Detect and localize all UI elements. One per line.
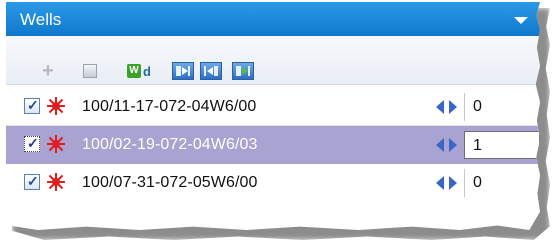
wd-d-glyph: d bbox=[143, 63, 151, 79]
arrow-left-icon[interactable] bbox=[200, 62, 222, 80]
wd-w-glyph: W bbox=[127, 64, 142, 78]
well-uwi: 100/11-17-072-04W6/00 bbox=[82, 98, 257, 115]
value-field[interactable]: 1 bbox=[464, 131, 540, 159]
square-icon[interactable] bbox=[82, 62, 98, 80]
well-row-selected[interactable]: ✓ 100/02-19-072-04W6/03 1 bbox=[6, 126, 540, 164]
well-symbol-icon bbox=[47, 135, 65, 153]
well-row[interactable]: ✓ 100/07-31-072-05W6/00 0 bbox=[6, 164, 540, 202]
well-checkbox[interactable]: ✓ bbox=[24, 97, 40, 114]
arrow-right-icon[interactable] bbox=[172, 62, 194, 80]
panel-titlebar: Wells bbox=[6, 2, 540, 36]
well-checkbox[interactable]: ✓ bbox=[24, 173, 40, 190]
well-checkbox[interactable]: ✓ bbox=[24, 135, 40, 152]
value-field[interactable]: 0 bbox=[464, 93, 540, 121]
value-text: 0 bbox=[473, 98, 482, 115]
toolbar: + W d bbox=[6, 36, 540, 85]
arrow-right-green-icon[interactable] bbox=[232, 62, 254, 80]
wells-panel: Wells + W d ✓ 100/11-17-072-04W6/00 0 ✓ … bbox=[6, 2, 540, 230]
plus-icon[interactable]: + bbox=[40, 60, 56, 82]
arrows-icon[interactable] bbox=[434, 99, 460, 115]
well-uwi: 100/07-31-072-05W6/00 bbox=[82, 174, 258, 191]
arrows-icon[interactable] bbox=[434, 137, 460, 153]
arrows-icon[interactable] bbox=[434, 175, 460, 191]
wd-icon[interactable]: W d bbox=[122, 62, 156, 80]
value-field[interactable]: 0 bbox=[464, 169, 540, 197]
value-text: 1 bbox=[473, 137, 482, 154]
value-text: 0 bbox=[473, 174, 482, 191]
well-symbol-icon bbox=[47, 173, 65, 191]
panel-title: Wells bbox=[20, 10, 62, 29]
well-row[interactable]: ✓ 100/11-17-072-04W6/00 0 bbox=[6, 88, 540, 126]
chevron-down-icon[interactable] bbox=[514, 17, 528, 24]
well-uwi: 100/02-19-072-04W6/03 bbox=[82, 136, 258, 153]
well-symbol-icon bbox=[47, 97, 65, 115]
